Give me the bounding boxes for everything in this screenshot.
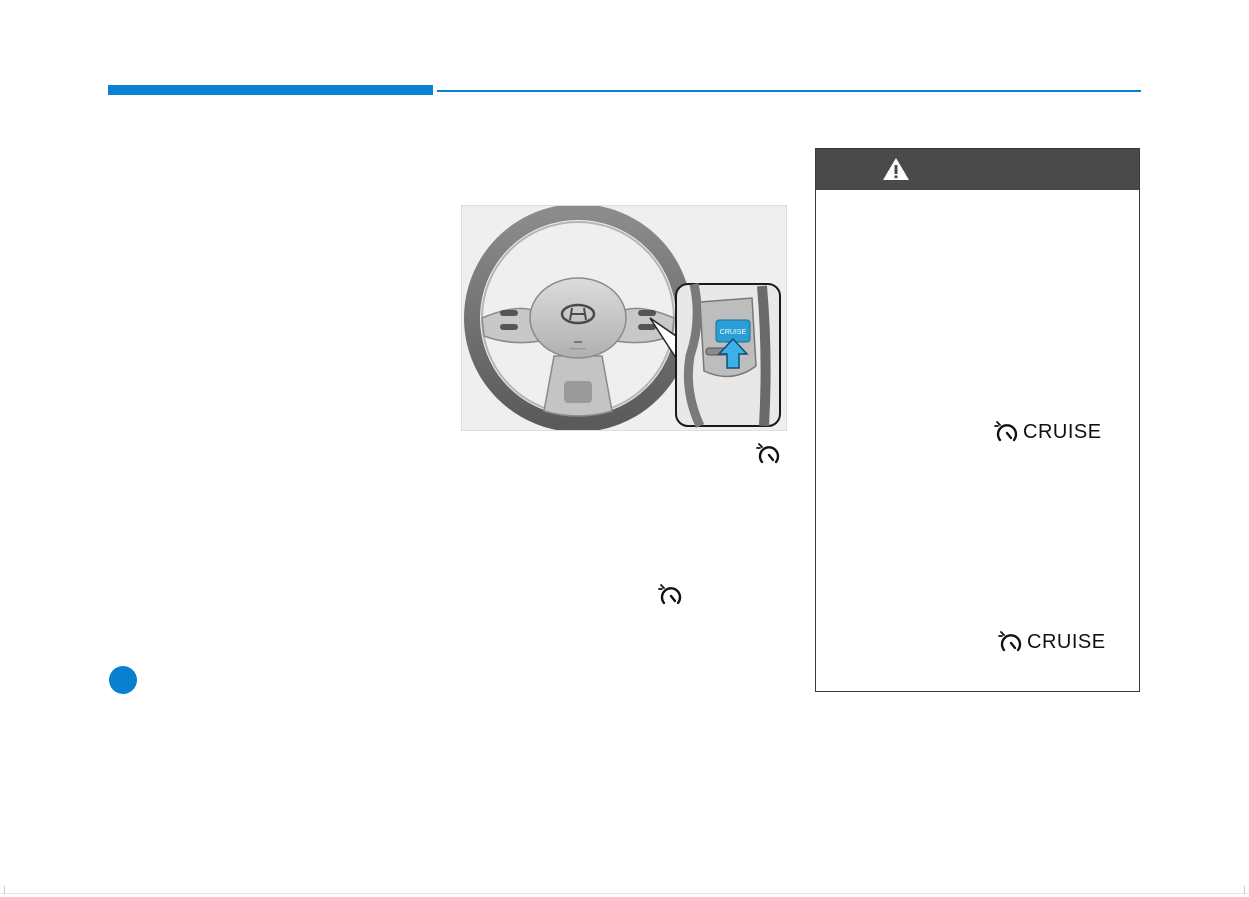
steering-wheel-illustration: CRUISE — [461, 205, 787, 431]
cruise-speedometer-icon — [658, 584, 682, 605]
cruise-indicator: CRUISE — [998, 630, 1106, 654]
cruise-indicator: CRUISE — [994, 420, 1102, 444]
warning-triangle-icon — [883, 158, 909, 180]
cruise-indicator-label: CRUISE — [1023, 420, 1102, 443]
cruise-speedometer-icon — [998, 631, 1022, 652]
warning-header — [816, 149, 1139, 190]
cruise-button-label: CRUISE — [720, 329, 747, 336]
page-bottom-rule — [0, 893, 1249, 894]
cruise-indicator-label: CRUISE — [1027, 630, 1106, 653]
crop-mark — [4, 886, 5, 894]
header-rule — [437, 90, 1141, 92]
steering-wheel-svg: CRUISE — [464, 206, 781, 430]
cruise-speedometer-icon — [994, 421, 1018, 442]
crop-mark — [1244, 886, 1245, 894]
header-accent-bar — [108, 85, 433, 95]
cruise-speedometer-icon — [756, 443, 780, 464]
section-marker-dot — [109, 666, 137, 694]
